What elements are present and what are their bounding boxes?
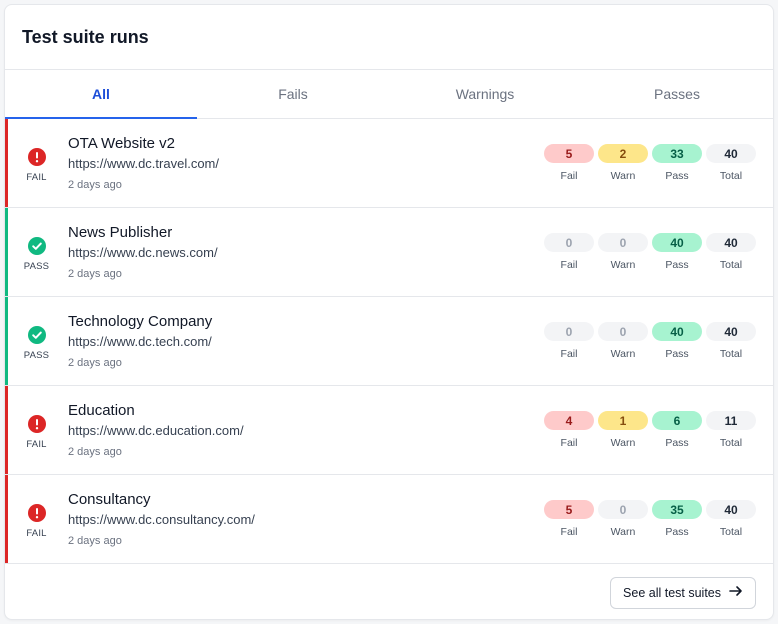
test-suite-runs-card: Test suite runs All Fails Warnings Passe… [4,4,774,620]
fail-label: Fail [560,526,578,538]
total-label: Total [719,170,743,182]
run-stats: 0 Fail 0 Warn 40 Pass 40 Total [544,233,773,271]
fail-count-badge: 5 [544,144,594,163]
run-info: Education https://www.dc.education.com/ … [68,401,544,460]
suite-name: OTA Website v2 [68,134,175,152]
pass-count-badge: 35 [652,500,702,519]
warn-label: Warn [610,437,636,449]
card-footer: See all test suites [5,564,773,619]
suite-url: https://www.dc.tech.com/ [68,333,212,349]
fail-label: Fail [560,259,578,271]
warn-label: Warn [610,170,636,182]
pass-label: Pass [665,348,689,360]
total-count-badge: 40 [706,233,756,252]
tab-bar: All Fails Warnings Passes [5,70,773,119]
pass-count-badge: 40 [652,233,702,252]
warn-label: Warn [610,348,636,360]
check-circle-icon [27,236,46,255]
total-count-badge: 11 [706,411,756,430]
suite-name: Education [68,401,135,419]
run-time: 2 days ago [68,534,122,547]
tab-fails[interactable]: Fails [197,70,389,118]
page-title: Test suite runs [22,26,149,47]
alert-icon [27,147,46,166]
total-label: Total [719,437,743,449]
run-status: FAIL [5,500,68,539]
run-stats: 4 Fail 1 Warn 6 Pass 11 Total [544,411,773,449]
pass-label: Pass [665,170,689,182]
see-all-label: See all test suites [623,585,721,600]
warn-count-badge: 0 [598,500,648,519]
alert-icon [27,503,46,522]
suite-url: https://www.dc.education.com/ [68,422,244,438]
warn-count-badge: 0 [598,322,648,341]
run-stats: 5 Fail 0 Warn 35 Pass 40 Total [544,500,773,538]
status-label: FAIL [26,527,47,539]
run-status: PASS [5,233,68,272]
pass-label: Pass [665,526,689,538]
tab-warnings[interactable]: Warnings [389,70,581,118]
run-time: 2 days ago [68,178,122,191]
fail-label: Fail [560,437,578,449]
run-stats: 5 Fail 2 Warn 33 Pass 40 Total [544,144,773,182]
run-status: FAIL [5,144,68,183]
total-count-badge: 40 [706,144,756,163]
pass-count-badge: 40 [652,322,702,341]
run-time: 2 days ago [68,267,122,280]
suite-url: https://www.dc.news.com/ [68,244,218,260]
status-label: FAIL [26,171,47,183]
total-count-badge: 40 [706,322,756,341]
run-info: News Publisher https://www.dc.news.com/ … [68,223,544,282]
tab-all[interactable]: All [5,70,197,119]
warn-label: Warn [610,526,636,538]
total-label: Total [719,348,743,360]
warn-count-badge: 2 [598,144,648,163]
warn-count-badge: 0 [598,233,648,252]
fail-count-badge: 5 [544,500,594,519]
run-info: Consultancy https://www.dc.consultancy.c… [68,490,544,549]
run-info: OTA Website v2 https://www.dc.travel.com… [68,134,544,193]
total-label: Total [719,259,743,271]
suite-name: Consultancy [68,490,151,508]
status-label: PASS [23,349,50,361]
card-header: Test suite runs [5,5,773,70]
fail-label: Fail [560,170,578,182]
run-stats: 0 Fail 0 Warn 40 Pass 40 Total [544,322,773,360]
status-label: PASS [23,260,50,272]
total-count-badge: 40 [706,500,756,519]
pass-count-badge: 33 [652,144,702,163]
suite-url: https://www.dc.travel.com/ [68,155,219,171]
fail-count-badge: 0 [544,233,594,252]
fail-count-badge: 0 [544,322,594,341]
tab-passes[interactable]: Passes [581,70,773,118]
run-row[interactable]: FAIL OTA Website v2 https://www.dc.trave… [5,119,773,208]
status-label: FAIL [26,438,47,450]
run-row[interactable]: PASS Technology Company https://www.dc.t… [5,297,773,386]
pass-label: Pass [665,259,689,271]
run-time: 2 days ago [68,445,122,458]
fail-label: Fail [560,348,578,360]
check-circle-icon [27,325,46,344]
run-row[interactable]: FAIL Consultancy https://www.dc.consulta… [5,475,773,564]
pass-label: Pass [665,437,689,449]
runs-list: FAIL OTA Website v2 https://www.dc.trave… [5,119,773,564]
pass-count-badge: 6 [652,411,702,430]
run-row[interactable]: PASS News Publisher https://www.dc.news.… [5,208,773,297]
alert-icon [27,414,46,433]
suite-name: News Publisher [68,223,173,241]
fail-count-badge: 4 [544,411,594,430]
warn-label: Warn [610,259,636,271]
see-all-test-suites-button[interactable]: See all test suites [610,576,756,609]
run-status: PASS [5,322,68,361]
arrow-right-icon [729,585,743,600]
run-row[interactable]: FAIL Education https://www.dc.education.… [5,386,773,475]
total-label: Total [719,526,743,538]
run-info: Technology Company https://www.dc.tech.c… [68,312,544,371]
suite-url: https://www.dc.consultancy.com/ [68,511,255,527]
suite-name: Technology Company [68,312,213,330]
warn-count-badge: 1 [598,411,648,430]
run-status: FAIL [5,411,68,450]
run-time: 2 days ago [68,356,122,369]
